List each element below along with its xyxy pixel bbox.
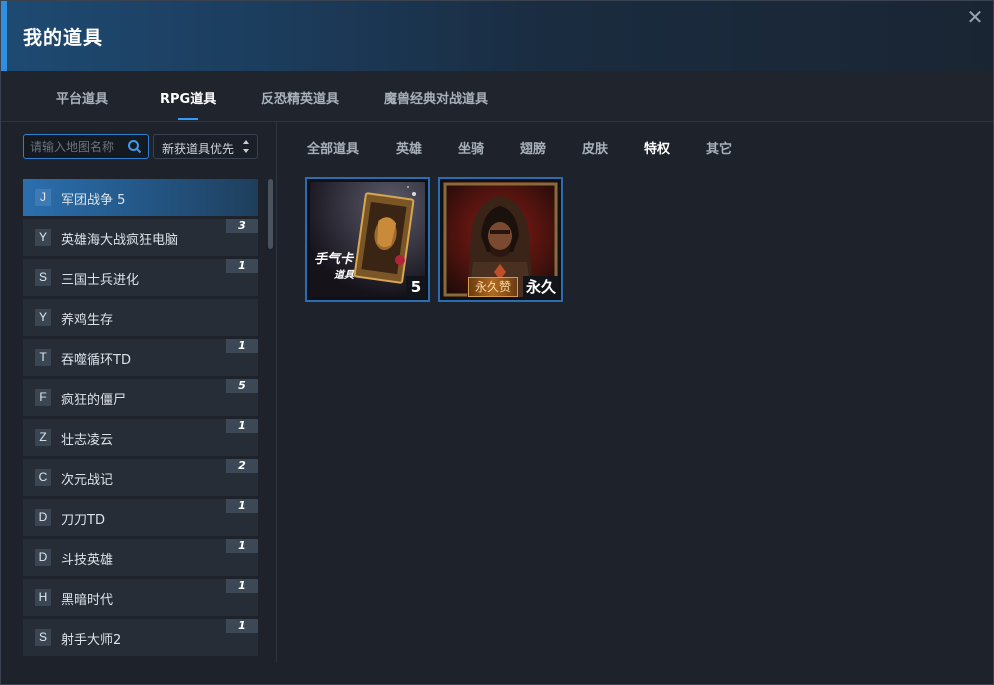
game-list-item[interactable]: D 斗技英雄 1 bbox=[23, 539, 258, 576]
letter-badge: Z bbox=[35, 429, 51, 446]
tab-cs-items[interactable]: 反恐精英道具 bbox=[261, 88, 339, 107]
letter-badge: F bbox=[35, 389, 51, 406]
tab-rpg-items[interactable]: RPG道具 bbox=[160, 88, 216, 107]
game-list-panel: 新获道具优先 J 军团战争 5 Y 英雄海大战疯狂电脑 3 S 三国士兵进化 1 bbox=[1, 122, 277, 662]
letter-badge: T bbox=[35, 349, 51, 366]
active-tab-indicator bbox=[178, 118, 198, 120]
tab-warcraft-items[interactable]: 魔兽经典对战道具 bbox=[384, 88, 488, 107]
letter-badge: C bbox=[35, 469, 51, 486]
search-icon[interactable] bbox=[127, 139, 142, 154]
item-count-badge: 1 bbox=[226, 539, 258, 553]
permanent-like-ribbon: 永久赞 bbox=[468, 277, 518, 297]
sort-arrows-icon bbox=[243, 140, 249, 153]
search-box bbox=[23, 134, 149, 159]
subtab-skins[interactable]: 皮肤 bbox=[582, 138, 608, 157]
item-count-badge: 1 bbox=[226, 619, 258, 633]
game-name: 军团战争 5 bbox=[61, 193, 126, 208]
letter-badge: Y bbox=[35, 229, 51, 246]
main-tab-bar: 平台道具 RPG道具 反恐精英道具 魔兽经典对战道具 bbox=[1, 71, 993, 122]
game-list-item[interactable]: T 吞噬循环TD 1 bbox=[23, 339, 258, 376]
sort-selected-label: 新获道具优先 bbox=[162, 142, 235, 156]
lucky-card-title: 手气卡 bbox=[314, 252, 354, 267]
item-count-badge: 1 bbox=[226, 339, 258, 353]
item-count-badge: 2 bbox=[226, 459, 258, 473]
game-name: 壮志凌云 bbox=[61, 433, 114, 448]
close-icon[interactable]: ✕ bbox=[963, 5, 987, 29]
sort-dropdown[interactable]: 新获道具优先 bbox=[153, 134, 258, 159]
lucky-card-subtitle: 道具 bbox=[334, 270, 354, 281]
letter-badge: J bbox=[35, 189, 51, 206]
game-name: 三国士兵进化 bbox=[61, 273, 140, 288]
item-card[interactable]: 手气卡 道具 5 bbox=[305, 177, 430, 302]
game-name: 射手大师2 bbox=[61, 633, 122, 648]
letter-badge: S bbox=[35, 269, 51, 286]
my-items-window: 我的道具 ✕ 平台道具 RPG道具 反恐精英道具 魔兽经典对战道具 新获道具优先… bbox=[0, 0, 994, 685]
subtab-heroes[interactable]: 英雄 bbox=[396, 138, 422, 157]
item-count-badge: 1 bbox=[226, 419, 258, 433]
game-list-item[interactable]: Y 养鸡生存 bbox=[23, 299, 258, 336]
items-panel: 全部道具 英雄 坐骑 翅膀 皮肤 特权 其它 手气卡 道具 5 永久赞 永久 bbox=[278, 122, 993, 662]
item-count-badge: 5 bbox=[226, 379, 258, 393]
subtab-others[interactable]: 其它 bbox=[706, 138, 732, 157]
list-scrollbar[interactable] bbox=[268, 179, 273, 249]
game-name: 疯狂的僵尸 bbox=[61, 393, 127, 408]
game-list-item[interactable]: H 黑暗时代 1 bbox=[23, 579, 258, 616]
game-list-item[interactable]: Y 英雄海大战疯狂电脑 3 bbox=[23, 219, 258, 256]
item-duration: 永久 bbox=[522, 276, 559, 298]
game-list-item[interactable]: C 次元战记 2 bbox=[23, 459, 258, 496]
letter-badge: D bbox=[35, 509, 51, 526]
subtab-wings[interactable]: 翅膀 bbox=[520, 138, 546, 157]
subtab-privileges[interactable]: 特权 bbox=[644, 138, 670, 157]
search-input[interactable] bbox=[30, 138, 124, 156]
game-list-item[interactable]: S 射手大师2 1 bbox=[23, 619, 258, 656]
letter-badge: D bbox=[35, 549, 51, 566]
subtab-mounts[interactable]: 坐骑 bbox=[458, 138, 484, 157]
title-accent-bar bbox=[1, 1, 7, 71]
letter-badge: S bbox=[35, 629, 51, 646]
game-list-item[interactable]: S 三国士兵进化 1 bbox=[23, 259, 258, 296]
game-list: J 军团战争 5 Y 英雄海大战疯狂电脑 3 S 三国士兵进化 1 Y 养鸡生存… bbox=[23, 179, 258, 659]
tab-platform-items[interactable]: 平台道具 bbox=[56, 88, 108, 107]
title-bar: 我的道具 ✕ bbox=[1, 1, 993, 71]
letter-badge: H bbox=[35, 589, 51, 606]
game-list-item[interactable]: Z 壮志凌云 1 bbox=[23, 419, 258, 456]
game-name: 吞噬循环TD bbox=[61, 353, 131, 368]
item-count-badge: 1 bbox=[226, 579, 258, 593]
game-name: 英雄海大战疯狂电脑 bbox=[61, 233, 179, 248]
game-list-item[interactable]: F 疯狂的僵尸 5 bbox=[23, 379, 258, 416]
item-card[interactable]: 永久赞 永久 bbox=[438, 177, 563, 302]
subtab-all-items[interactable]: 全部道具 bbox=[307, 138, 359, 157]
item-count-badge: 1 bbox=[226, 499, 258, 513]
item-quantity: 5 bbox=[406, 276, 426, 298]
game-name: 次元战记 bbox=[61, 473, 114, 488]
game-name: 养鸡生存 bbox=[61, 313, 114, 328]
item-count-badge: 3 bbox=[226, 219, 258, 233]
item-count-badge: 1 bbox=[226, 259, 258, 273]
game-list-item[interactable]: D 刀刀TD 1 bbox=[23, 499, 258, 536]
game-list-item[interactable]: J 军团战争 5 bbox=[23, 179, 258, 216]
game-name: 斗技英雄 bbox=[61, 553, 114, 568]
game-name: 黑暗时代 bbox=[61, 593, 114, 608]
window-title: 我的道具 bbox=[23, 27, 104, 49]
letter-badge: Y bbox=[35, 309, 51, 326]
game-name: 刀刀TD bbox=[61, 513, 105, 528]
